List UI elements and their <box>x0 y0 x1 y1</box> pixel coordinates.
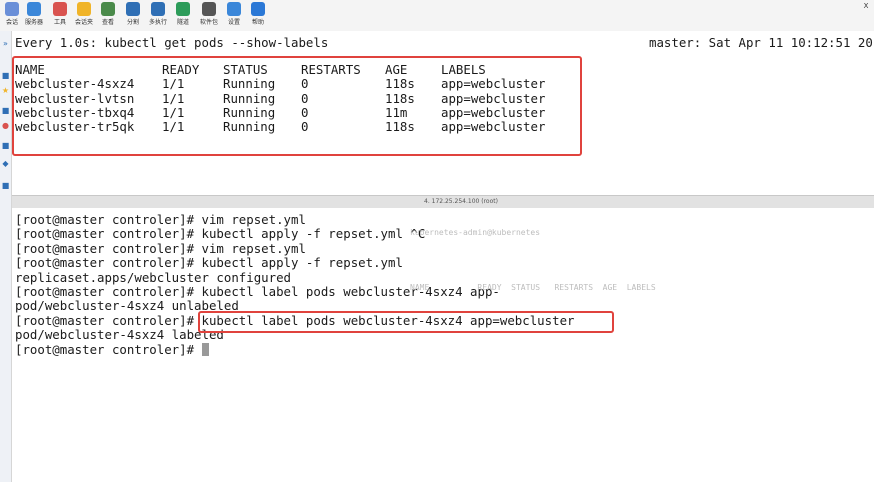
toolbar-item-1[interactable]: 服务器 <box>22 2 46 26</box>
toolbar-item-icon <box>53 2 67 16</box>
toolbar-item-9[interactable]: 设置 <box>222 2 246 26</box>
toolbar-item-icon <box>251 2 265 16</box>
toolbar-item-icon <box>126 2 140 16</box>
sidebar-icon-5[interactable]: ■ <box>1 181 10 190</box>
toolbar-item-label: 多执行 <box>148 19 167 26</box>
sidebar-icon-4[interactable]: ◆ <box>1 159 10 168</box>
shell-line: replicaset.apps/webcluster configured <box>15 269 292 285</box>
toolbar-item-6[interactable]: 多执行 <box>146 2 170 26</box>
toolbar-item-5[interactable]: 分割 <box>121 2 145 26</box>
sidebar-icon-1[interactable]: ■ <box>1 71 10 80</box>
toolbar-item-label: 工具 <box>53 19 66 26</box>
toolbar-item-icon <box>227 2 241 16</box>
toolbar-item-label: 会话 <box>5 19 18 26</box>
shell-line: [root@master controler]# kubectl apply -… <box>15 255 403 271</box>
toolbar-item-8[interactable]: 软件包 <box>197 2 221 26</box>
shell-line: pod/webcluster-4sxz4 labeled <box>15 327 224 343</box>
left-sidebar-strip: » ■ ★ ■ ● ■ ◆ ■ <box>0 31 12 482</box>
toolbar-item-label: 分割 <box>126 19 139 26</box>
shell-line: [root@master controler]# <box>15 342 209 357</box>
pane-session-label: 4. 172.25.254.100 (root) <box>424 198 498 205</box>
toolbar-item-icon <box>27 2 41 16</box>
toolbar-item-icon <box>176 2 190 16</box>
toolbar-item-4[interactable]: 查看 <box>96 2 120 26</box>
sidebar-icon-2[interactable]: ■ <box>1 106 10 115</box>
toolbar-item-icon <box>151 2 165 16</box>
expand-chevron-icon[interactable]: » <box>1 39 10 48</box>
shell-line: [root@master controler]# kubectl apply -… <box>15 226 426 242</box>
toolbar-item-label: 软件包 <box>199 19 218 26</box>
toolbar-item-7[interactable]: 隧道 <box>171 2 195 26</box>
highlight-box-pods <box>12 56 582 156</box>
pin-icon[interactable]: ● <box>1 121 10 130</box>
shell-line: [root@master controler]# vim repset.yml <box>15 240 306 256</box>
toolbar-item-label: 查看 <box>101 19 114 26</box>
toolbar-item-3[interactable]: 会话夹 <box>72 2 96 26</box>
toolbar-item-label: 隧道 <box>176 19 189 26</box>
shell-line: [root@master controler]# vim repset.yml <box>15 212 306 227</box>
watch-command-line: Every 1.0s: kubectl get pods --show-labe… <box>15 35 329 50</box>
close-x-icon[interactable]: X <box>858 2 874 28</box>
highlight-box-command <box>198 311 614 333</box>
sidebar-icon-3[interactable]: ■ <box>1 141 10 150</box>
toolbar-item-icon <box>101 2 115 16</box>
watch-host-timestamp: master: Sat Apr 11 10:12:51 20 <box>649 35 873 50</box>
app-toolbar: 会话 服务器 工具 会话夹 查看 分割 多执行 隧道 软件包 设置 帮助 X <box>0 0 874 32</box>
toolbar-item-icon <box>5 2 19 16</box>
toolbar-item-icon <box>77 2 91 16</box>
toolbar-item-label: 服务器 <box>24 19 43 26</box>
toolbar-item-2[interactable]: 工具 <box>48 2 72 26</box>
star-icon[interactable]: ★ <box>1 86 10 95</box>
toolbar-item-10[interactable]: 帮助 <box>246 2 270 26</box>
toolbar-item-label: 帮助 <box>251 19 264 26</box>
toolbar-item-label: 会话夹 <box>74 19 93 26</box>
toolbar-item-icon <box>202 2 216 16</box>
toolbar-item-0[interactable]: 会话 <box>0 2 24 26</box>
toolbar-item-label: 设置 <box>227 19 240 26</box>
text-cursor <box>201 342 209 356</box>
